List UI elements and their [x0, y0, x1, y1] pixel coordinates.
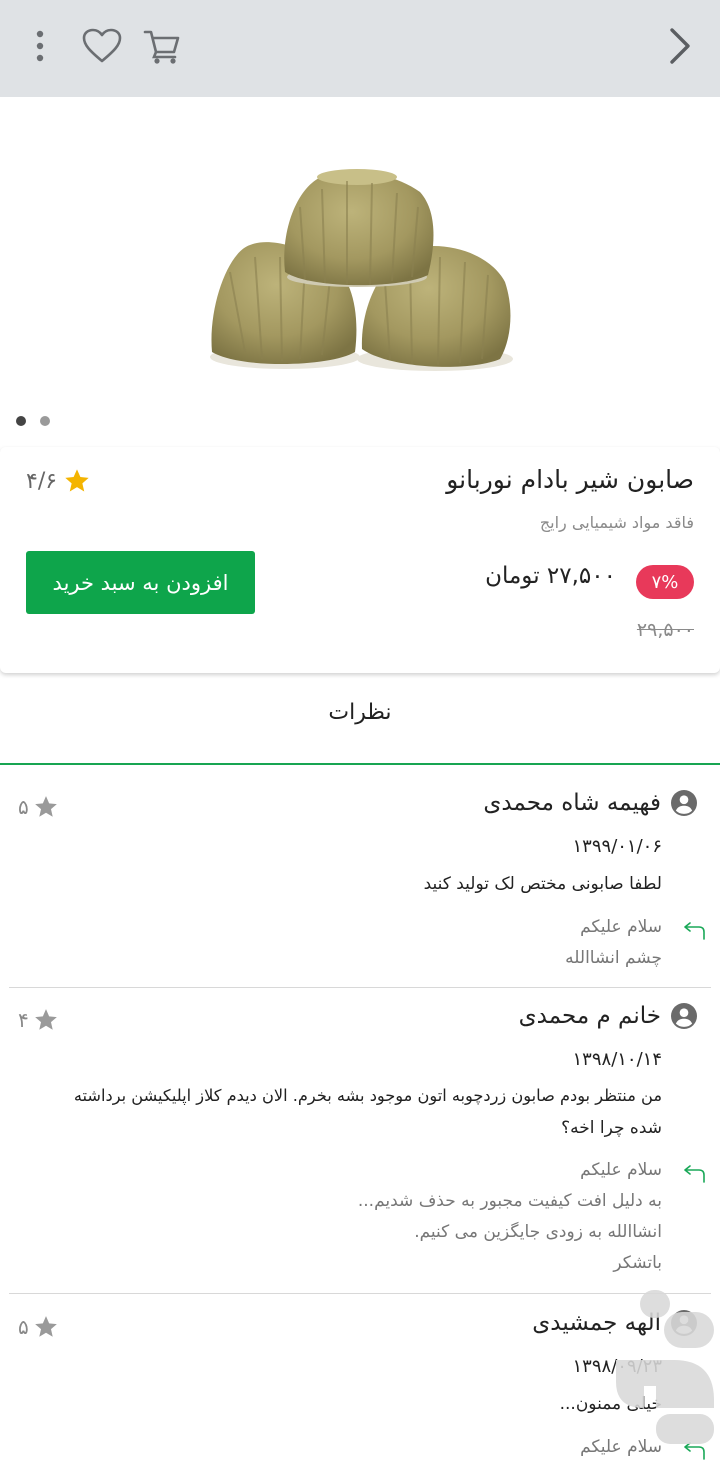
reply-line: به دلیل افت کیفیت مجبور به حذف شدیم...	[357, 1191, 662, 1211]
review-date: ۱۳۹۸/۱۰/۱۴	[572, 1049, 662, 1070]
review-item: الهه جمشیدی ۵ ۱۳۹۸/۰۹/۲۳ خیلی ممنون... س…	[9, 1310, 711, 1460]
review-text-line: من منتظر بودم صابون زردچوبه اتون موجود ب…	[73, 1086, 662, 1105]
product-image-gallery[interactable]	[0, 97, 720, 447]
review-rating-value: ۵	[18, 795, 29, 819]
review-text: لطفا صابونی مختص لک تولید کنید	[423, 874, 662, 894]
review-rating-value: ۵	[18, 1315, 29, 1339]
review-reply: سلام علیکم به دلیل افت کیفیت مجبور به حذ…	[358, 1155, 662, 1279]
review-reply: سلام علیکم چشم انشاالله	[565, 912, 662, 974]
store-watermark-logo	[616, 1290, 714, 1444]
review-divider	[9, 987, 711, 988]
review-header: خانم م محمدی	[519, 1003, 697, 1029]
review-rating: ۴	[18, 1007, 59, 1033]
chevron-right-icon[interactable]	[656, 22, 704, 70]
reviewer-name: خانم م محمدی	[518, 1003, 661, 1029]
reply-line: سلام علیکم	[580, 917, 662, 937]
reply-line: چشم انشاالله	[565, 948, 662, 968]
pager-dot[interactable]	[40, 416, 50, 426]
reviewer-name: فهیمه شاه محمدی	[483, 790, 661, 816]
star-icon	[65, 469, 89, 492]
add-to-cart-button[interactable]: افزودن به سبد خرید	[26, 551, 255, 614]
pager-dot-active[interactable]	[16, 416, 26, 426]
reviews-title: نظرات	[328, 700, 392, 725]
review-header: فهیمه شاه محمدی	[483, 790, 697, 816]
image-pager-dots	[16, 416, 50, 426]
heart-icon[interactable]	[78, 22, 126, 70]
review-item: فهیمه شاه محمدی ۵ ۱۳۹۹/۰۱/۰۶ لطفا صابونی…	[9, 790, 711, 980]
review-text: خیلی ممنون...	[559, 1394, 662, 1414]
star-icon	[34, 796, 57, 817]
more-vertical-icon[interactable]	[16, 22, 64, 70]
user-circle-icon	[671, 790, 697, 816]
reply-icon	[684, 922, 705, 940]
review-item: خانم م محمدی ۴ ۱۳۹۸/۱۰/۱۴ من منتظر بودم …	[9, 1003, 711, 1288]
review-rating: ۵	[18, 1314, 59, 1340]
user-circle-icon	[671, 1003, 697, 1029]
product-image	[210, 169, 513, 371]
product-subtitle: فاقد مواد شیمیایی رایج	[539, 513, 694, 532]
product-info-card: صابون شیر بادام نوربانو فاقد مواد شیمیای…	[0, 447, 720, 673]
top-app-bar	[0, 0, 720, 97]
review-text-line: شده چرا اخه؟	[561, 1118, 662, 1138]
review-date: ۱۳۹۹/۰۱/۰۶	[572, 836, 662, 857]
review-rating-value: ۴	[18, 1008, 29, 1032]
product-rating: ۴/۶	[26, 467, 91, 495]
old-price: ۲۹,۵۰۰	[636, 619, 694, 641]
review-rating: ۵	[18, 794, 59, 820]
reply-icon	[684, 1165, 705, 1183]
star-icon	[34, 1316, 57, 1337]
reviews-title-underline	[0, 763, 720, 765]
reply-line: انشاالله به زودی جایگزین می کنیم.	[414, 1222, 662, 1242]
cart-icon[interactable]	[138, 22, 186, 70]
reply-line: سلام علیکم	[580, 1160, 662, 1180]
review-divider	[9, 1293, 711, 1294]
product-title: صابون شیر بادام نوربانو	[446, 465, 694, 494]
review-text: من منتظر بودم صابون زردچوبه اتون موجود ب…	[18, 1080, 662, 1144]
discount-badge: ۷%	[636, 565, 694, 599]
star-icon	[34, 1009, 57, 1030]
reply-line: باتشکر	[613, 1253, 662, 1273]
product-price: ۲۷,۵۰۰ تومان	[485, 563, 616, 589]
rating-value: ۴/۶	[26, 468, 58, 494]
